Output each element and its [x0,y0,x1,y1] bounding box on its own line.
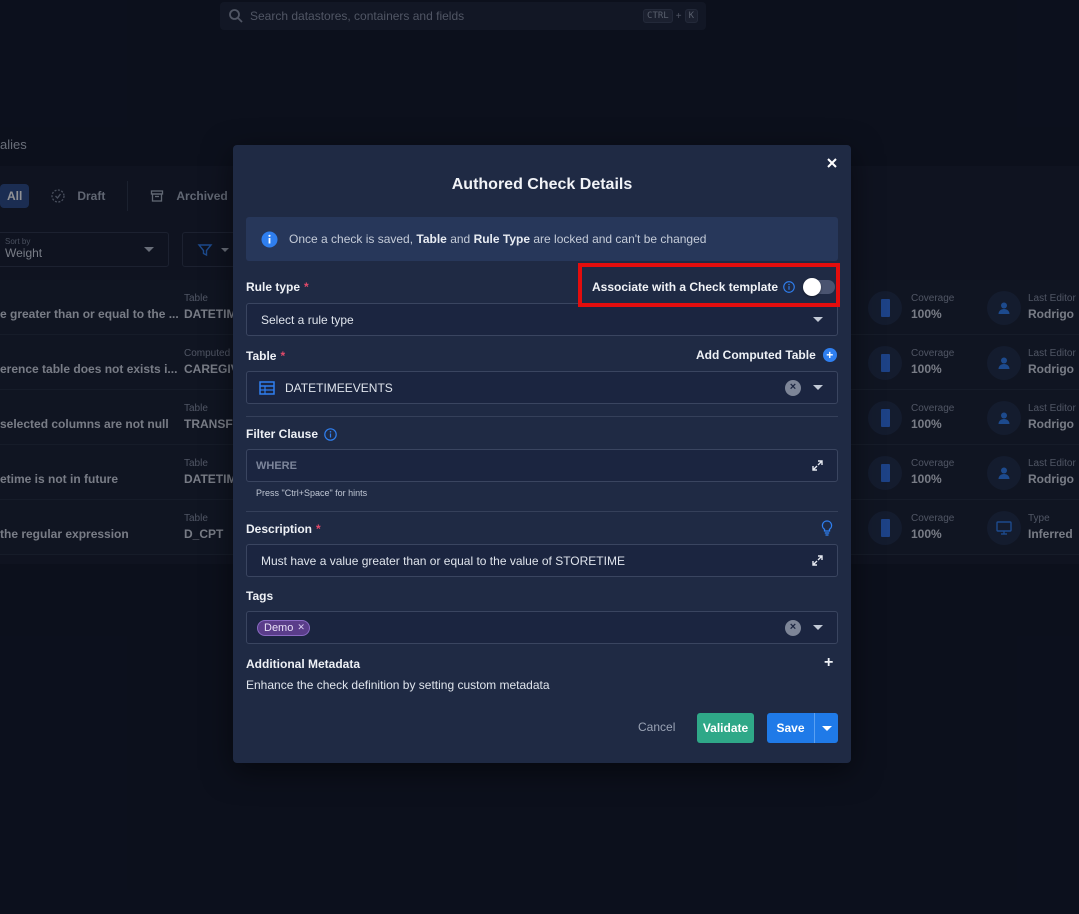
tag-label: Demo [264,621,294,634]
divider [246,416,838,417]
description-input[interactable]: Must have a value greater than or equal … [246,544,838,577]
add-computed-table-label: Add Computed Table [696,348,816,362]
expand-icon[interactable] [812,460,823,471]
clear-icon[interactable]: × [785,379,801,396]
expand-icon[interactable] [812,555,823,566]
chevron-down-icon [813,385,823,390]
cancel-button[interactable]: Cancel [638,720,675,734]
chevron-down-icon [813,625,823,630]
tag-chip: Demo ✕ [257,619,310,636]
add-metadata-button[interactable]: + [824,654,833,672]
save-split-button: Save [767,713,838,743]
table-label: Table * [246,349,285,363]
rule-type-select[interactable]: Select a rule type [246,303,838,336]
save-options-button[interactable] [815,725,838,731]
filter-clause-placeholder: WHERE [256,459,297,472]
filter-clause-label-text: Filter Clause [246,427,319,441]
additional-metadata-description: Enhance the check definition by setting … [246,678,550,692]
rule-type-label: Rule type * [246,280,309,294]
check-template-toggle[interactable] [803,277,836,296]
dialog-title: Authored Check Details [451,176,633,193]
save-button[interactable]: Save [767,721,814,735]
info-outline-icon[interactable] [324,427,337,441]
tags-select[interactable]: Demo ✕ × [246,611,838,644]
description-value: Must have a value greater than or equal … [261,553,625,568]
chevron-down-icon [821,725,832,731]
check-template-label: Associate with a Check template [592,279,779,294]
additional-metadata-label: Additional Metadata [246,657,361,671]
info-text-post: are locked and can't be changed [530,232,707,246]
required-marker: * [304,280,309,294]
validate-button[interactable]: Validate [697,713,754,743]
table-value: DATETIMEEVENTS [285,380,393,395]
filter-clause-label: Filter Clause [246,427,337,441]
plus-circle-icon: + [822,348,837,362]
filter-hint: Press "Ctrl+Space" for hints [256,488,368,498]
toggle-knob [803,277,822,296]
info-text-mid: and [446,232,474,246]
lightbulb-icon[interactable] [821,520,833,536]
check-template-toggle-row: Associate with a Check template [592,277,836,296]
info-text-table: Table [416,232,447,246]
rule-type-placeholder: Select a rule type [261,312,354,327]
info-text-pre: Once a check is saved, [289,232,417,246]
chevron-down-icon [813,317,823,322]
divider [246,511,838,512]
table-grid-icon [259,380,275,395]
tag-remove-icon[interactable]: ✕ [297,622,305,633]
description-label: Description * [246,522,321,536]
info-text-rule-type: Rule Type [473,232,531,246]
close-icon[interactable] [825,156,839,170]
rule-type-label-text: Rule type [246,280,301,294]
info-banner: Once a check is saved, Table and Rule Ty… [246,217,838,261]
table-select[interactable]: DATETIMEEVENTS × [246,371,838,404]
info-outline-icon[interactable] [783,280,795,293]
table-label-text: Table [246,349,277,363]
info-icon [261,231,278,247]
add-computed-table-button[interactable]: Add Computed Table + [696,348,837,362]
description-label-text: Description [246,522,313,536]
tags-label: Tags [246,589,274,603]
required-marker: * [316,522,321,536]
authored-check-dialog: Authored Check Details Once a check is s… [233,145,851,763]
clear-icon[interactable]: × [785,619,801,636]
filter-clause-input[interactable]: WHERE [246,449,838,482]
required-marker: * [280,349,286,363]
